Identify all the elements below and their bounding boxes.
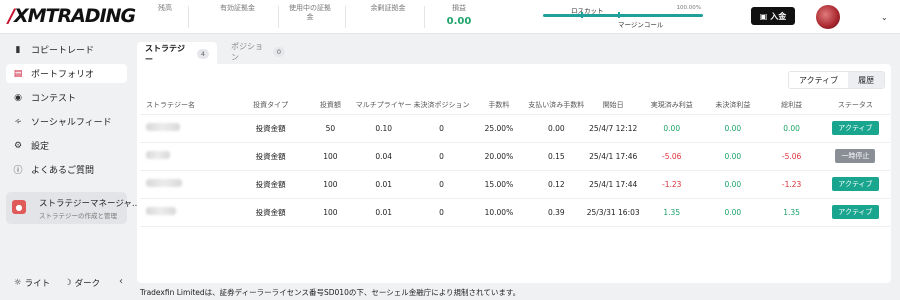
regulatory-footer: Tradexfin Limitedは、証券ディーラーライセンス番号SD010の下… xyxy=(140,288,521,297)
col-header-open-positions[interactable]: 未決済ポジション xyxy=(411,96,472,115)
stat-used-margin-label: 使用中の証拠金 xyxy=(289,4,331,21)
col-header-start-date[interactable]: 開始日 xyxy=(586,96,641,115)
bar-chart-icon: ▮ xyxy=(15,44,21,55)
strategy-manager-title: ストラテジーマネージャ... xyxy=(39,199,141,209)
sidebar-item-portfolio[interactable]: ▤ ポートフォリオ xyxy=(6,64,127,83)
dark-theme-toggle[interactable]: ☽ ダーク xyxy=(64,277,100,289)
stat-equity-label: 有効証拠金 xyxy=(220,4,255,12)
stat-free-margin-label: 余剰証拠金 xyxy=(370,4,406,12)
col-header-strategy-name[interactable]: ストラテジー名 xyxy=(140,96,237,115)
gear-icon: ⚙ xyxy=(13,140,23,151)
stat-profit: 損益 0.00 xyxy=(440,4,478,27)
blurred-name xyxy=(146,179,182,187)
strategy-manager-subtitle: ストラテジーの作成と管理 xyxy=(39,212,117,220)
chevron-down-icon[interactable]: ⌄ xyxy=(881,13,888,22)
table-row[interactable]: 投資金額 50 0.10 0 25.00% 0.00 25/4/7 12:12 … xyxy=(140,114,890,143)
status-badge: 一時停止 xyxy=(835,149,876,163)
stat-profit-label: 損益 xyxy=(452,4,466,12)
col-header-total[interactable]: 総利益 xyxy=(762,96,821,115)
avatar[interactable] xyxy=(816,5,840,29)
rss-icon: ∻ xyxy=(14,116,22,127)
stat-balance-label: 残高 xyxy=(158,4,172,12)
margin-call-marker xyxy=(618,12,620,18)
col-header-multiplier[interactable]: マルチプライヤー xyxy=(355,96,412,115)
bulb-icon: ☼ xyxy=(14,278,22,288)
col-header-status[interactable]: ステータス xyxy=(820,96,890,115)
divider xyxy=(424,6,425,28)
wallet-icon: ▣ xyxy=(759,11,768,21)
status-filter: アクティブ 履歴 xyxy=(788,71,886,89)
table-row[interactable]: 投資金額 100 0.04 0 20.00% 0.15 25/4/1 17:46… xyxy=(140,142,890,171)
divider xyxy=(278,6,279,28)
sidebar: ▮ コピートレード ▤ ポートフォリオ ◉ コンテスト ∻ ソーシャルフィード … xyxy=(0,34,140,300)
strategy-table: ストラテジー名 投資タイプ 投資額 マルチプライヤー 未決済ポジション 手数料 … xyxy=(140,96,890,227)
col-header-investment-type[interactable]: 投資タイプ xyxy=(236,96,305,115)
margin-track xyxy=(543,14,703,17)
table-row[interactable]: 投資金額 100 0.01 0 15.00% 0.12 25/4/1 17:44… xyxy=(140,170,890,199)
bulb-off-icon: ☽ xyxy=(64,278,72,288)
sidebar-item-social-feed[interactable]: ∻ ソーシャルフィード xyxy=(6,112,127,131)
divider xyxy=(188,6,189,28)
tab-count-badge: 0 xyxy=(272,47,285,57)
tab-positions[interactable]: ポジション 0 xyxy=(223,42,293,62)
status-badge: アクティブ xyxy=(832,177,879,191)
col-header-fee[interactable]: 手数料 xyxy=(471,96,527,115)
collapse-sidebar-button[interactable]: ‹ xyxy=(114,274,128,288)
table-header-row: ストラテジー名 投資タイプ 投資額 マルチプライヤー 未決済ポジション 手数料 … xyxy=(140,96,890,115)
blurred-name xyxy=(146,123,180,131)
tab-count-badge: 4 xyxy=(196,49,209,59)
col-header-amount[interactable]: 投資額 xyxy=(305,96,356,115)
sidebar-item-copy-trade[interactable]: ▮ コピートレード xyxy=(6,40,127,59)
filter-active-button[interactable]: アクティブ xyxy=(789,72,849,88)
table-row[interactable]: 投資金額 100 0.01 0 10.00% 0.39 25/3/31 16:0… xyxy=(140,198,890,227)
logo-text: /XMTRADING xyxy=(8,5,136,27)
col-header-fee-paid[interactable]: 支払い済み手数料 xyxy=(526,96,587,115)
stat-used-margin: 使用中の証拠金 xyxy=(288,4,332,26)
col-header-unrealized[interactable]: 未決済利益 xyxy=(703,96,763,115)
stat-balance: 残高 xyxy=(150,4,180,17)
divider xyxy=(345,6,346,28)
briefcase-icon: ▤ xyxy=(13,68,23,79)
stat-free-margin: 余剰証拠金 xyxy=(358,4,418,17)
strategy-manager-card[interactable]: ● ストラテジーマネージャ... ストラテジーの作成と管理 xyxy=(6,192,140,224)
award-icon: ◉ xyxy=(14,92,22,103)
status-badge: アクティブ xyxy=(832,205,879,219)
stat-equity: 有効証拠金 xyxy=(190,4,285,17)
stat-profit-value: 0.00 xyxy=(446,16,472,27)
user-icon: ● xyxy=(12,200,26,214)
sidebar-item-contest[interactable]: ◉ コンテスト xyxy=(6,88,127,107)
blurred-name xyxy=(146,151,170,159)
xm-logo[interactable]: /XMTRADING xyxy=(8,4,136,28)
margin-call-label: マージンコール xyxy=(618,21,664,29)
filter-history-button[interactable]: 履歴 xyxy=(848,72,885,88)
deposit-button[interactable]: ▣ 入金 xyxy=(751,7,795,25)
status-badge: アクティブ xyxy=(832,121,879,135)
margin-percent: 100.00% xyxy=(676,5,701,11)
col-header-realized[interactable]: 実現済み利益 xyxy=(640,96,704,115)
strategy-name-cell[interactable] xyxy=(140,170,237,199)
sidebar-item-settings[interactable]: ⚙ 設定 xyxy=(6,136,127,155)
help-icon: ⓘ xyxy=(13,166,23,176)
light-theme-toggle[interactable]: ☼ ライト xyxy=(14,277,50,289)
sidebar-item-faq[interactable]: ⓘ よくあるご質問 xyxy=(6,160,127,179)
strategy-name-cell[interactable] xyxy=(140,198,237,227)
tab-strategy[interactable]: ストラテジー 4 xyxy=(137,42,217,66)
strategy-name-cell[interactable] xyxy=(140,142,237,171)
losscut-marker xyxy=(581,12,583,18)
top-bar: /XMTRADING 残高 有効証拠金 使用中の証拠金 余剰証拠金 損益 0.0… xyxy=(0,0,900,34)
blurred-name xyxy=(146,207,176,215)
strategy-name-cell[interactable] xyxy=(140,114,237,143)
